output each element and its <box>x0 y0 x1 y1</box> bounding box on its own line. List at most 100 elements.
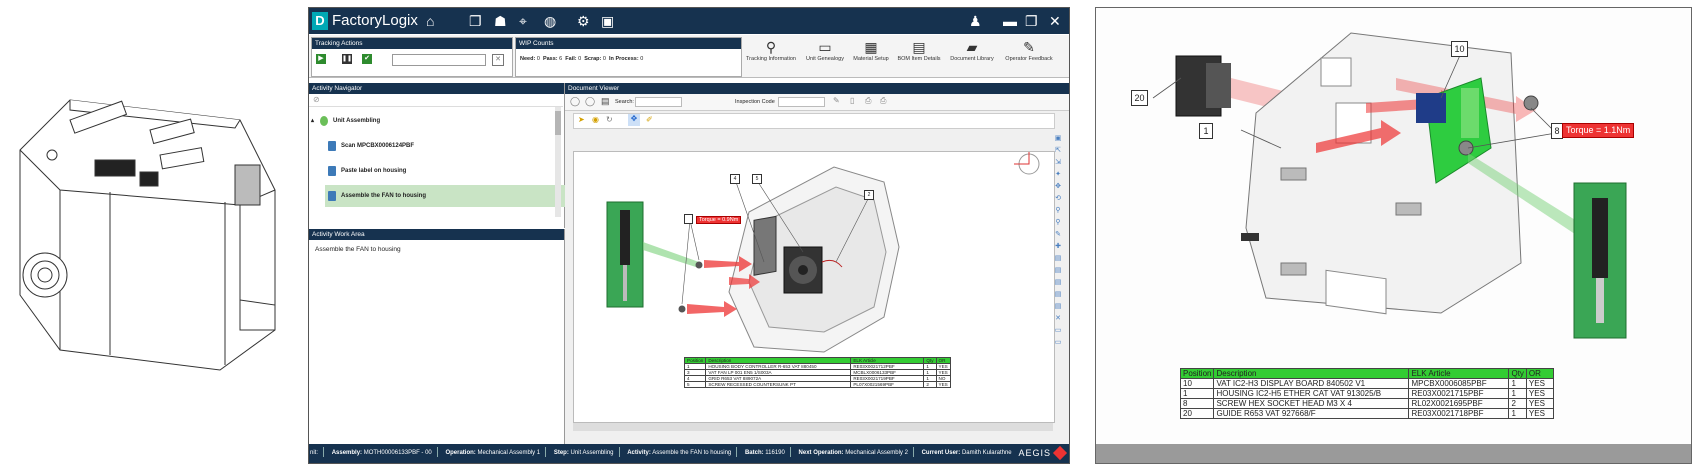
activity-item[interactable]: Paste label on housing <box>325 163 566 179</box>
print-preview-icon[interactable]: ⎙ <box>880 96 886 106</box>
bom-cell: 2 <box>1508 398 1527 409</box>
pen-icon[interactable]: ✎ <box>833 96 840 105</box>
viewer-horizontal-scrollbar[interactable] <box>573 423 1053 431</box>
bom-item-details-button[interactable]: ▤ BOM Item Details <box>893 39 945 62</box>
folder-icon: ▰ <box>966 39 978 55</box>
document-icon[interactable]: ▤ <box>601 96 610 107</box>
bom-cell: GUIDE R653 VAT 927668/F <box>1213 408 1410 419</box>
callout-4: 4 <box>730 174 740 184</box>
binoculars-icon: ⚲ <box>765 39 777 55</box>
activity-icon <box>328 191 336 201</box>
bom-cell: 5 <box>683 381 707 388</box>
page-icon[interactable]: ▯ <box>850 96 854 105</box>
clipboard-icon[interactable]: ▣ <box>601 13 614 30</box>
app-name: FactoryLogix <box>332 12 418 29</box>
wip-counts-panel: WIP Counts Need: 0 Pass: 6 Fail: 0 Scrap… <box>515 37 742 77</box>
status-bar: nit: Assembly: MOTH00006133PBF - 00 Oper… <box>309 444 1069 463</box>
ribbon-label: Material Setup <box>853 56 889 62</box>
unit-assembling-node[interactable]: ▴ Unit Assembling <box>311 113 558 129</box>
pause-icon[interactable]: ❚❚ <box>342 54 352 64</box>
torque-label: Torque = 0.9Nm <box>696 216 742 224</box>
document-library-button[interactable]: ▰ Document Library <box>945 39 999 62</box>
activity-status: Activity: Assemble the FAN to housing <box>627 450 732 456</box>
table-row: 1 HOUSING IC2-H5 ETHER CAT VAT 913025/B RE… <box>1179 388 1554 399</box>
activity-item-selected[interactable]: Assemble the FAN to housing <box>325 185 566 207</box>
callout-10: 10 <box>1451 41 1468 57</box>
user-icon[interactable]: ♟ <box>969 13 982 30</box>
document-viewer-title: Document Viewer <box>565 83 1069 94</box>
ribbon-label: BOM Item Details <box>897 56 941 62</box>
bom-header: Qty <box>1508 368 1527 379</box>
close-icon[interactable]: ✕ <box>1049 13 1061 30</box>
bom-cell: RE03X0021718PBF <box>1408 408 1510 419</box>
bom-header-row: Position Description ELK Article Qty OR <box>1179 368 1554 379</box>
next-operation-status: Next Operation: Mechanical Assembly 2 <box>798 450 908 456</box>
bom-cell: YES <box>1525 388 1554 399</box>
bom-cell: MPCBX0006085PBF <box>1408 378 1510 389</box>
table-row: 20 GUIDE R653 VAT 927668/F RE03X0021718PBF… <box>1179 408 1554 419</box>
pass-value: 6 <box>559 56 563 62</box>
back-icon[interactable]: ◯ <box>570 96 580 107</box>
rotate-icon[interactable]: ↻ <box>606 115 613 124</box>
bom-cell: 8 <box>1179 398 1215 409</box>
ribbon-label: Unit Genealogy <box>806 56 844 62</box>
highlight-icon[interactable]: ◉ <box>592 115 599 124</box>
bom-cell: YES <box>1525 398 1554 409</box>
activity-item[interactable]: Scan MPCBX0006124PBF <box>325 138 566 154</box>
wip-counts-title: WIP Counts <box>516 38 741 49</box>
bom-table: Position Description ELK Article Qty OR … <box>683 357 951 388</box>
pointer-icon[interactable]: ➤ <box>578 115 585 124</box>
home-icon[interactable]: ⌂ <box>426 13 434 29</box>
print-icon[interactable]: ⎙ <box>865 96 871 106</box>
tracking-select[interactable] <box>392 54 486 66</box>
fail-label: Fail: <box>565 56 577 62</box>
viewer-sub-toolbar: ➤ ◉ ↻ ✥ ✐ <box>573 113 1055 129</box>
move-icon[interactable]: ✥ <box>628 114 640 126</box>
zoomed-assembly-view: 20 10 1 8 Torque = 1.1Nm Position Descri… <box>1095 7 1692 464</box>
check-icon[interactable]: ✔ <box>362 54 372 64</box>
bom-cell: YES <box>1525 408 1554 419</box>
play-icon[interactable]: ▶ <box>316 54 326 64</box>
unit-genealogy-button[interactable]: ▭ Unit Genealogy <box>801 39 849 62</box>
bom-cell: HOUSING IC2-H5 ETHER CAT VAT 913025/B <box>1213 388 1410 399</box>
need-label: Need: <box>520 56 536 62</box>
bom-cell: SCREW RECESSED COUNTERSUNK PT <box>705 381 852 388</box>
group-icon[interactable]: ☗ <box>494 13 507 30</box>
bom-icon: ▤ <box>912 39 926 55</box>
gear-icon[interactable]: ⚙ <box>577 13 590 30</box>
bom-cell: RE03X0021715PBF <box>1408 388 1510 399</box>
inspection-code-input[interactable] <box>778 97 825 107</box>
activity-navigator-title: Activity Navigator <box>309 83 564 94</box>
paint-icon[interactable]: ✐ <box>646 115 653 124</box>
work-instruction-text: Assemble the FAN to housing <box>315 246 401 253</box>
clear-icon[interactable]: ✕ <box>492 54 504 66</box>
documents-icon[interactable]: ❐ <box>469 13 482 30</box>
callout-1 <box>684 214 693 224</box>
material-setup-button[interactable]: ▦ Material Setup <box>849 39 893 62</box>
document-canvas[interactable]: Torque = 0.9Nm 4 5 2 Position Descriptio… <box>573 151 1055 423</box>
activity-label: Paste label on housing <box>341 168 407 174</box>
viewer-toolbar: ◯ ◯ ▤ Search: Inspection Code ✎ ▯ ⎙ ⎙ <box>565 94 1069 111</box>
callout-2: 2 <box>864 190 874 200</box>
operator-feedback-button[interactable]: ✎ Operator Feedback <box>999 39 1059 62</box>
expand-icon[interactable]: ▴ <box>311 113 314 129</box>
inprocess-label: In Process: <box>609 56 639 62</box>
globe-icon[interactable]: ◍ <box>544 13 556 30</box>
tracking-information-button[interactable]: ⚲ Tracking Information <box>741 39 801 62</box>
bom-cell: 10 <box>1179 378 1215 389</box>
assembly-status: Assembly: MOTH00006133PBF - 00 <box>331 450 432 456</box>
maximize-icon[interactable]: ❐ <box>1025 13 1038 30</box>
bom-header: OR <box>1525 368 1554 379</box>
forward-icon[interactable]: ◯ <box>585 96 595 107</box>
search-input[interactable] <box>635 97 682 107</box>
minimize-icon[interactable]: ▬ <box>1003 13 1017 29</box>
navigator-scrollbar[interactable] <box>555 107 561 217</box>
activity-icon <box>328 166 336 176</box>
location-icon[interactable]: ⌖ <box>519 13 527 30</box>
fail-value: 0 <box>578 56 582 62</box>
bom-table: Position Description ELK Article Qty OR … <box>1179 368 1554 419</box>
cancel-circle-icon[interactable]: ⊘ <box>313 95 320 104</box>
app-logo: D <box>312 12 328 30</box>
bom-cell: PL07X0021569PBF <box>850 381 925 388</box>
activity-navigator: Activity Navigator ⊘ ▴ Unit Assembling S… <box>309 83 566 228</box>
